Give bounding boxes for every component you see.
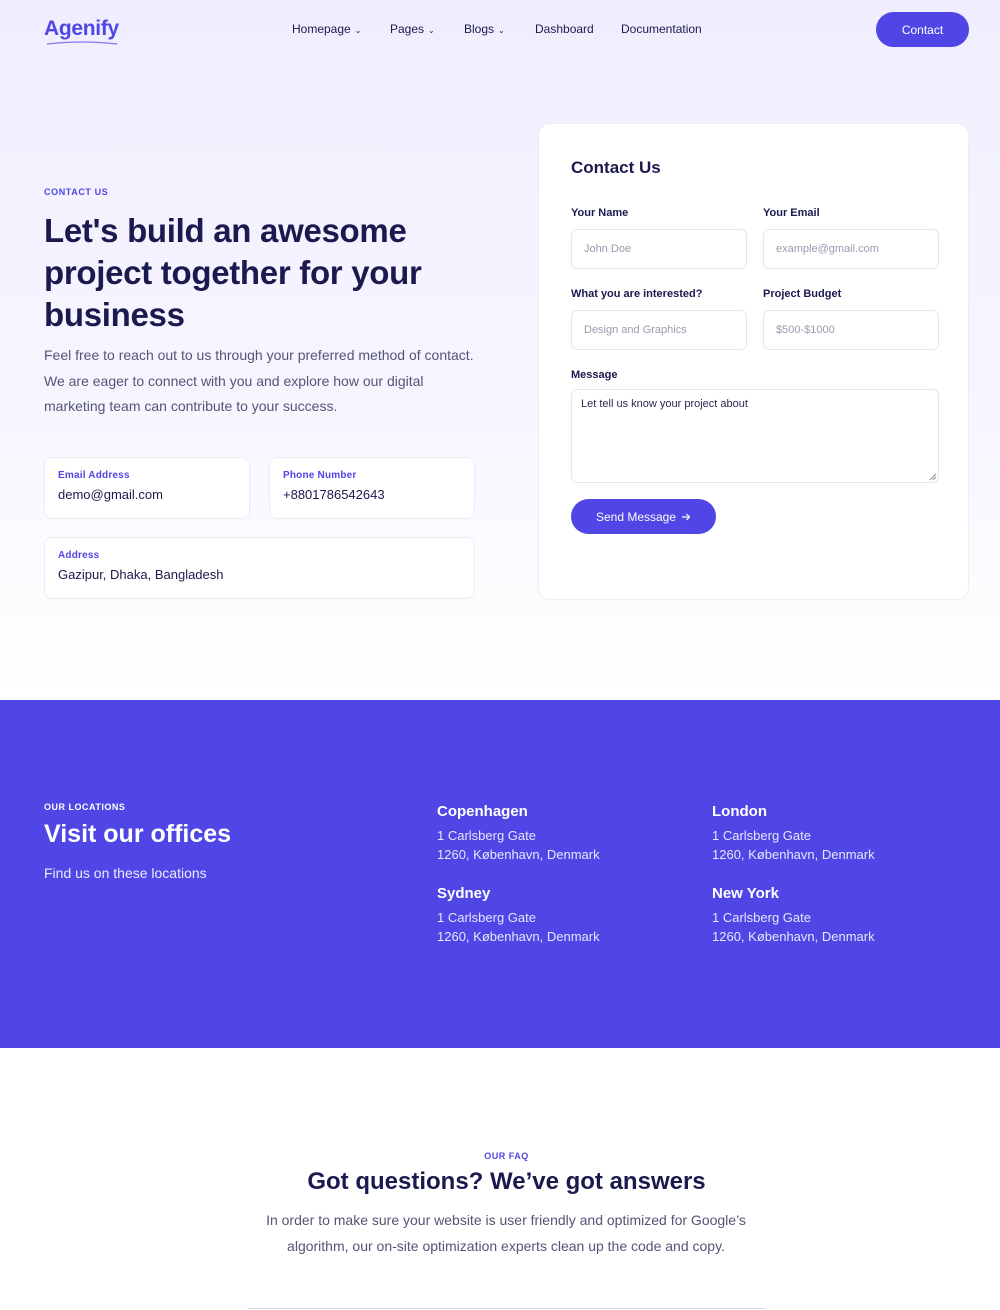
nav-label: Documentation	[621, 22, 702, 36]
nav-item-homepage[interactable]: Homepage ⌄	[292, 22, 361, 36]
chevron-down-icon: ⌄	[354, 25, 362, 35]
nav-label: Pages	[390, 22, 425, 36]
email-label: Email Address	[58, 470, 130, 481]
send-message-button[interactable]: Send Message	[571, 499, 716, 534]
office-new-york: New York 1 Carlsberg Gate 1260, Københav…	[712, 885, 952, 946]
name-label: Your Name	[571, 207, 629, 219]
office-sydney: Sydney 1 Carlsberg Gate 1260, København,…	[437, 885, 677, 946]
interest-input[interactable]	[571, 310, 747, 350]
contact-form: Contact Us Your Name Your Email What you…	[538, 123, 969, 600]
chevron-down-icon: ⌄	[498, 25, 505, 35]
nav-label: Dashboard	[535, 22, 594, 36]
hero-description: Feel free to reach out to us through you…	[44, 347, 474, 414]
office-city: Sydney	[437, 885, 491, 902]
interest-label: What you are interested?	[571, 288, 703, 300]
phone-label: Phone Number	[283, 470, 357, 481]
form-title: Contact Us	[571, 158, 661, 177]
email-field-label: Your Email	[763, 207, 820, 219]
send-message-label: Send Message	[595, 509, 677, 524]
email-field[interactable]	[763, 229, 939, 269]
resize-handle-icon[interactable]	[927, 471, 937, 481]
office-city: Copenhagen	[437, 803, 528, 820]
office-street: 1 Carlsberg Gate	[437, 910, 536, 925]
faq-divider	[248, 1308, 765, 1309]
email-card: Email Address demo@gmail.com	[44, 457, 250, 519]
name-input[interactable]	[571, 229, 747, 269]
page-title: Let's build an awesome project together …	[44, 212, 422, 333]
address-value: Gazipur, Dhaka, Bangladesh	[58, 567, 224, 582]
office-london: London 1 Carlsberg Gate 1260, København,…	[712, 803, 952, 864]
nav-label: Homepage	[292, 22, 351, 36]
office-city: London	[712, 803, 767, 820]
office-postal: 1260, København, Denmark	[437, 929, 600, 944]
office-postal: 1260, København, Denmark	[712, 847, 875, 862]
locations-section: OUR LOCATIONS Visit our offices Find us …	[0, 700, 1000, 1048]
locations-title: Visit our offices	[44, 820, 232, 848]
locations-eyebrow: OUR LOCATIONS	[44, 802, 126, 812]
faq-description: In order to make sure your website is us…	[266, 1212, 746, 1254]
nav-label: Blogs	[464, 22, 495, 36]
phone-value[interactable]: +8801786542643	[283, 487, 461, 502]
faq-title: Got questions? We’ve got answers	[307, 1168, 706, 1195]
chevron-down-icon: ⌄	[428, 25, 435, 35]
nav-item-pages[interactable]: Pages ⌄	[390, 22, 435, 36]
address-card: Address Gazipur, Dhaka, Bangladesh	[44, 537, 475, 599]
office-street: 1 Carlsberg Gate	[712, 828, 811, 843]
arrow-right-icon	[682, 513, 691, 520]
message-label: Message	[571, 369, 618, 381]
phone-card: Phone Number +8801786542643	[269, 457, 475, 519]
locations-subtitle: Find us on these locations	[44, 865, 207, 881]
office-postal: 1260, København, Denmark	[437, 847, 600, 862]
office-city: New York	[712, 885, 779, 902]
budget-label: Project Budget	[763, 288, 842, 300]
contact-button[interactable]: Contact	[876, 12, 969, 47]
address-label: Address	[58, 550, 100, 561]
budget-input[interactable]	[763, 310, 939, 350]
contact-eyebrow: CONTACT US	[44, 187, 109, 197]
email-value[interactable]: demo@gmail.com	[58, 487, 236, 502]
office-postal: 1260, København, Denmark	[712, 929, 875, 944]
office-street: 1 Carlsberg Gate	[712, 910, 811, 925]
office-street: 1 Carlsberg Gate	[437, 828, 536, 843]
logo-swash-icon	[46, 41, 118, 45]
logo[interactable]: Agenify	[44, 17, 119, 41]
message-textarea[interactable]	[571, 389, 939, 483]
nav-item-documentation[interactable]: Documentation	[621, 22, 702, 36]
nav-item-dashboard[interactable]: Dashboard	[535, 22, 594, 36]
office-copenhagen: Copenhagen 1 Carlsberg Gate 1260, Københ…	[437, 803, 677, 864]
nav-item-blogs[interactable]: Blogs ⌄	[464, 22, 505, 36]
faq-eyebrow: OUR FAQ	[484, 1151, 529, 1161]
